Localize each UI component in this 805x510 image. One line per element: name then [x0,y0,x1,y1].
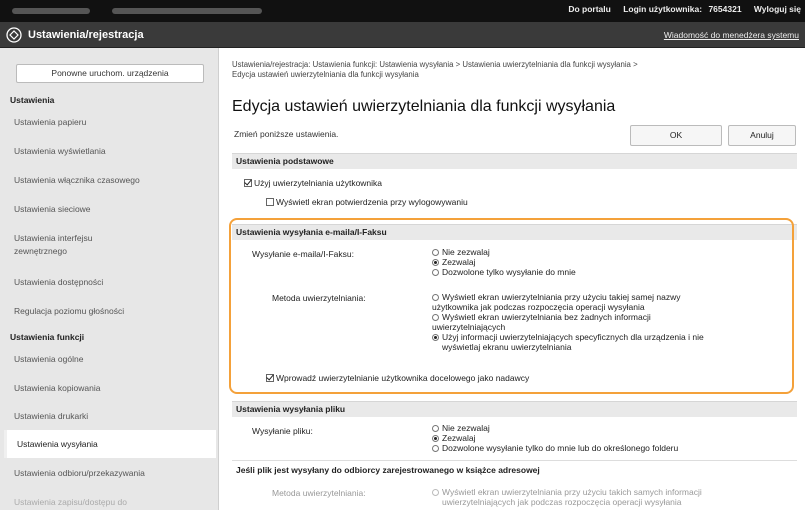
sidebar-item-volume[interactable]: Regulacja poziomu głośności [14,305,210,318]
file-opt-only-me-label: Dozwolone wysyłanie tylko do mnie lub do… [442,443,679,453]
file-auth-opt1-line1: Wyświetl ekran uwierzytelniania przy uży… [442,487,702,497]
sidebar-item-receive[interactable]: Ustawienia odbioru/przekazywania [14,467,210,480]
file-auth-method-label: Metoda uwierzytelniania: [272,488,366,498]
divider [232,460,797,461]
sidebar-item-paper[interactable]: Ustawienia papieru [14,116,210,129]
sidebar-item-send[interactable]: Ustawienia wysyłania [4,430,216,458]
sidebar-item-network[interactable]: Ustawienia sieciowe [14,203,210,216]
sidebar-item-timer[interactable]: Ustawienia włącznika czasowego [14,174,210,187]
settings-logo-icon [6,27,22,43]
page-title: Edycja ustawień uwierzytelniania dla fun… [232,98,616,115]
sidebar-item-copy[interactable]: Ustawienia kopiowania [14,382,210,395]
ok-button[interactable]: OK [630,125,722,146]
sidebar: Ponowne uruchom. urządzenia Ustawienia U… [0,48,219,510]
app-header: Ustawienia/rejestracja Wiadomość do mene… [0,22,805,48]
breadcrumb-line1[interactable]: Ustawienia/rejestracja: Ustawienia funkc… [232,60,792,70]
restart-device-button[interactable]: Ponowne uruchom. urządzenia [16,64,204,83]
app-title: Ustawienia/rejestracja [28,29,144,41]
top-bar-links: Do portalu Login użytkownika: 7654321 Wy… [558,4,801,14]
instruction-text: Zmień poniższe ustawienia. [234,129,339,139]
logout-link[interactable]: Wyloguj się [754,4,801,14]
file-send-label: Wysyłanie pliku: [252,426,313,436]
use-auth-checkbox[interactable] [244,179,252,187]
sidebar-section-settings: Ustawienia [10,95,55,105]
blurred-product-name [12,8,90,14]
use-auth-label: Użyj uwierzytelniania użytkownika [254,178,383,188]
file-opt-deny-radio[interactable] [432,425,439,432]
breadcrumb-line2: Edycja ustawień uwierzytelniania dla fun… [232,70,419,79]
cancel-button[interactable]: Anuluj [728,125,796,146]
file-sub-heading: Jeśli plik jest wysyłany do odbiorcy zar… [236,465,540,475]
show-confirm-checkbox[interactable] [266,198,274,206]
portal-link[interactable]: Do portalu [568,4,611,14]
sidebar-item-accessibility[interactable]: Ustawienia dostępności [14,276,210,289]
file-auth-opt1-label: Wyświetl ekran uwierzytelniania przy uży… [442,487,702,507]
sidebar-item-interface-line2: zewnętrznego [14,246,67,256]
file-auth-opt1-line2: uwierzytelniających jak podczas rozpoczę… [442,497,682,507]
sidebar-item-interface[interactable]: Ustawienia interfejsu zewnętrznego [14,232,210,258]
show-confirm-label: Wyświetl ekran potwierdzenia przy wylogo… [276,197,468,207]
sidebar-item-interface-line1: Ustawienia interfejsu [14,233,93,243]
sidebar-item-general[interactable]: Ustawienia ogólne [14,353,210,366]
file-opt-allow-radio[interactable] [432,435,439,442]
breadcrumb: Ustawienia/rejestracja: Ustawienia funkc… [232,60,792,80]
blurred-device-name [112,8,262,14]
top-bar: Do portalu Login użytkownika: 7654321 Wy… [0,0,805,22]
file-settings-heading: Ustawienia wysyłania pliku [232,401,797,417]
login-label: Login użytkownika: [623,4,703,14]
basic-settings-heading: Ustawienia podstawowe [232,153,797,169]
sidebar-item-display[interactable]: Ustawienia wyświetlania [14,145,210,158]
highlight-frame [229,218,794,394]
sidebar-item-printer[interactable]: Ustawienia drukarki [14,410,210,423]
login-value: 7654321 [708,4,742,14]
message-to-admin-link[interactable]: Wiadomość do menedżera systemu [664,30,799,40]
sidebar-item-store[interactable]: Ustawienia zapisu/dostępu do [14,496,210,509]
sidebar-section-functions: Ustawienia funkcji [10,332,85,342]
file-auth-opt1-radio[interactable] [432,489,439,496]
file-opt-only-me-radio[interactable] [432,445,439,452]
